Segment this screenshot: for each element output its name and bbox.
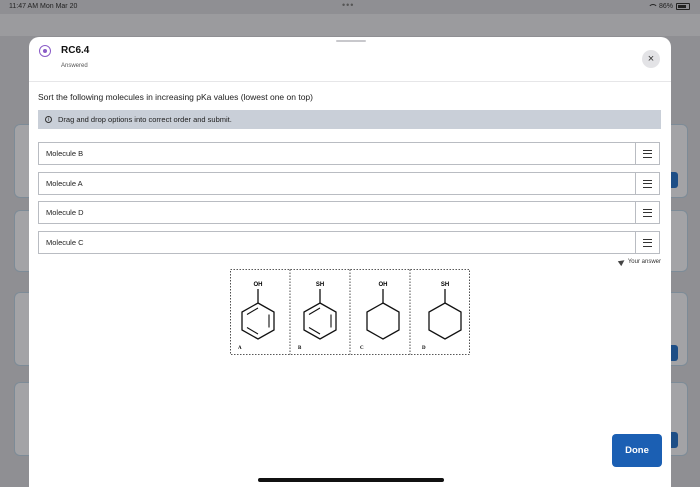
question-modal: RC6.4 Answered × Sort the following mole… bbox=[29, 37, 671, 487]
sheet-grabber[interactable] bbox=[336, 40, 366, 42]
status-bar: 11:47 AM Mon Mar 20 ••• 86% bbox=[0, 0, 700, 14]
molecule-d-letter: D bbox=[422, 346, 426, 351]
battery-icon bbox=[676, 3, 690, 10]
question-title: RC6.4 bbox=[61, 45, 90, 56]
molecule-a-group: OH bbox=[254, 282, 263, 288]
status-right: 86% bbox=[647, 3, 690, 10]
drag-handle-icon[interactable] bbox=[635, 143, 659, 164]
molecule-a-letter: A bbox=[238, 346, 242, 351]
info-icon: i bbox=[45, 116, 52, 123]
home-indicator[interactable] bbox=[258, 478, 444, 482]
done-button[interactable]: Done bbox=[612, 434, 662, 467]
drag-handle-icon[interactable] bbox=[635, 173, 659, 194]
option-label: Molecule D bbox=[46, 208, 84, 217]
option-label: Molecule C bbox=[46, 238, 84, 247]
question-status: Answered bbox=[61, 63, 88, 69]
sortable-option[interactable]: Molecule B bbox=[38, 142, 660, 165]
drag-handle-icon[interactable] bbox=[635, 202, 659, 223]
molecule-structures-figure: OH A SH B OH C SH D bbox=[230, 269, 470, 355]
instruction-banner: i Drag and drop options into correct ord… bbox=[38, 110, 661, 129]
your-answer-indicator: Your answer bbox=[617, 257, 661, 267]
battery-percent: 86% bbox=[658, 3, 673, 10]
multitasking-dots[interactable]: ••• bbox=[342, 0, 354, 10]
molecule-c-group: OH bbox=[379, 282, 388, 288]
molecule-b-group: SH bbox=[316, 282, 324, 288]
wifi-icon bbox=[647, 3, 658, 10]
question-text: Sort the following molecules in increasi… bbox=[38, 92, 313, 102]
molecule-d-group: SH bbox=[441, 282, 449, 288]
instruction-text: Drag and drop options into correct order… bbox=[58, 115, 232, 124]
background-header bbox=[0, 14, 700, 36]
option-label: Molecule A bbox=[46, 179, 83, 188]
status-time: 11:47 AM Mon Mar 20 bbox=[9, 3, 78, 10]
drag-handle-icon[interactable] bbox=[635, 232, 659, 253]
sortable-option[interactable]: Molecule A bbox=[38, 172, 660, 195]
sortable-option[interactable]: Molecule C bbox=[38, 231, 660, 254]
your-answer-label: Your answer bbox=[627, 259, 661, 265]
send-arrow-icon bbox=[617, 257, 627, 267]
option-label: Molecule B bbox=[46, 149, 84, 158]
header-divider bbox=[29, 81, 671, 82]
close-button[interactable]: × bbox=[642, 50, 660, 68]
question-type-icon bbox=[39, 45, 51, 57]
sortable-option[interactable]: Molecule D bbox=[38, 201, 660, 224]
molecule-c-letter: C bbox=[360, 346, 364, 351]
close-icon: × bbox=[647, 53, 655, 65]
